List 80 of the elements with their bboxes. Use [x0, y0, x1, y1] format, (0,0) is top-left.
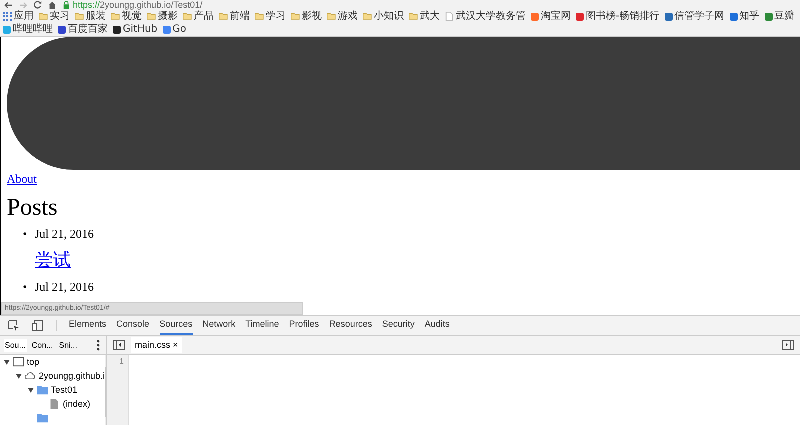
bullet: •	[23, 280, 28, 296]
expand-arrow-icon[interactable]	[4, 360, 10, 364]
scrollbar[interactable]	[105, 355, 106, 425]
devtools-tab[interactable]: Console	[116, 316, 150, 335]
close-icon[interactable]: ×	[173, 340, 178, 350]
post-date: Jul 21, 2016	[35, 280, 94, 296]
home-icon[interactable]	[48, 0, 57, 10]
inspect-icon[interactable]	[8, 320, 20, 332]
folder-icon	[183, 12, 192, 22]
folder-icon	[409, 12, 418, 22]
devtools-tab[interactable]: Audits	[424, 316, 450, 335]
bookmark-item[interactable]: 哔哩哔哩	[3, 23, 53, 36]
post-title-link[interactable]: 尝试	[35, 248, 71, 272]
bookmark-item[interactable]: 实习	[39, 10, 70, 24]
bookmark-item[interactable]: 武大	[409, 10, 440, 24]
expand-arrow-icon[interactable]	[28, 388, 34, 392]
devtools-tab[interactable]: Timeline	[246, 316, 280, 335]
address-bar[interactable]: https://2youngg.github.io/Test01/	[73, 0, 203, 10]
frame-icon	[13, 357, 24, 367]
sidebar-toggle-icon[interactable]	[113, 340, 125, 350]
devtools-tab[interactable]: Sources	[160, 316, 193, 335]
sidebar-toggle-icon[interactable]	[782, 340, 794, 350]
tree-item[interactable]: top	[27, 357, 40, 367]
bookmark-item[interactable]: 豆瓣	[764, 10, 795, 24]
bookmark-item[interactable]: 摄影	[147, 10, 178, 24]
tree-item[interactable]: Test01	[51, 385, 78, 395]
bookmark-item[interactable]: 信管学子网	[664, 10, 725, 24]
devtools-tab[interactable]: Resources	[329, 316, 372, 335]
devtools-tab[interactable]: Network	[202, 316, 236, 335]
folder-icon	[219, 12, 228, 22]
folder-icon	[291, 12, 300, 22]
lock-icon	[63, 0, 70, 10]
bookmark-item[interactable]: 淘宝网	[531, 10, 571, 24]
cloud-icon	[25, 371, 36, 381]
bookmark-item[interactable]: 百度百家	[58, 23, 108, 36]
bullet: •	[23, 227, 28, 242]
folder-icon	[147, 12, 156, 22]
bookmark-item[interactable]: Go	[162, 23, 187, 36]
bookmark-item[interactable]: 产品	[183, 10, 214, 24]
folder-icon	[327, 12, 336, 22]
line-number: 1	[118, 357, 124, 366]
bookmark-item[interactable]: 知乎	[730, 10, 760, 24]
devtools-tab[interactable]: Profiles	[289, 316, 320, 335]
bookmark-item[interactable]: GitHub	[113, 23, 158, 36]
back-icon[interactable]	[4, 2, 13, 9]
bookmark-item[interactable]: 武汉大学教务管	[445, 10, 526, 24]
tree-item[interactable]: 2youngg.github.i	[39, 371, 106, 381]
devtools-tab[interactable]: Security	[382, 316, 415, 335]
file-tab[interactable]: main.css ×	[131, 337, 182, 353]
bookmark-item[interactable]: 视觉	[111, 10, 142, 24]
reload-icon[interactable]	[34, 1, 42, 10]
folder-icon	[75, 12, 84, 22]
devtools-tab[interactable]: Elements	[69, 316, 107, 335]
bookmark-item[interactable]: 游戏	[327, 10, 358, 24]
expand-arrow-icon[interactable]	[16, 374, 22, 378]
post-date: Jul 21, 2016	[35, 227, 94, 242]
apps-grid-icon	[3, 12, 12, 22]
file-icon	[49, 399, 60, 409]
folder-icon	[37, 413, 48, 423]
folder-icon	[363, 12, 372, 22]
navigator-tab[interactable]: Sou...	[4, 338, 27, 352]
bookmark-item[interactable]: 影视	[291, 10, 322, 24]
page-heading: Posts	[7, 194, 59, 224]
folder-icon	[39, 12, 48, 22]
more-icon[interactable]	[97, 340, 100, 350]
folder-icon	[111, 12, 120, 22]
bookmark-item[interactable]: 学习	[255, 10, 286, 24]
bookmark-item[interactable]: 小知识	[363, 10, 404, 24]
bookmark-item[interactable]: 图书榜-畅销排行	[576, 10, 660, 24]
page-icon	[445, 12, 454, 22]
about-link[interactable]: About	[7, 172, 37, 188]
bookmark-item[interactable]: 服装	[75, 10, 106, 24]
folder-icon	[37, 385, 48, 395]
navigator-tab[interactable]: Sni...	[58, 338, 78, 352]
folder-icon	[255, 12, 264, 22]
device-icon[interactable]	[32, 320, 44, 332]
tree-item[interactable]: (index)	[63, 399, 91, 409]
navigator-tab[interactable]: Con...	[30, 338, 54, 352]
bookmark-item[interactable]: 应用	[3, 10, 34, 24]
bookmark-item[interactable]: 前端	[219, 10, 250, 24]
